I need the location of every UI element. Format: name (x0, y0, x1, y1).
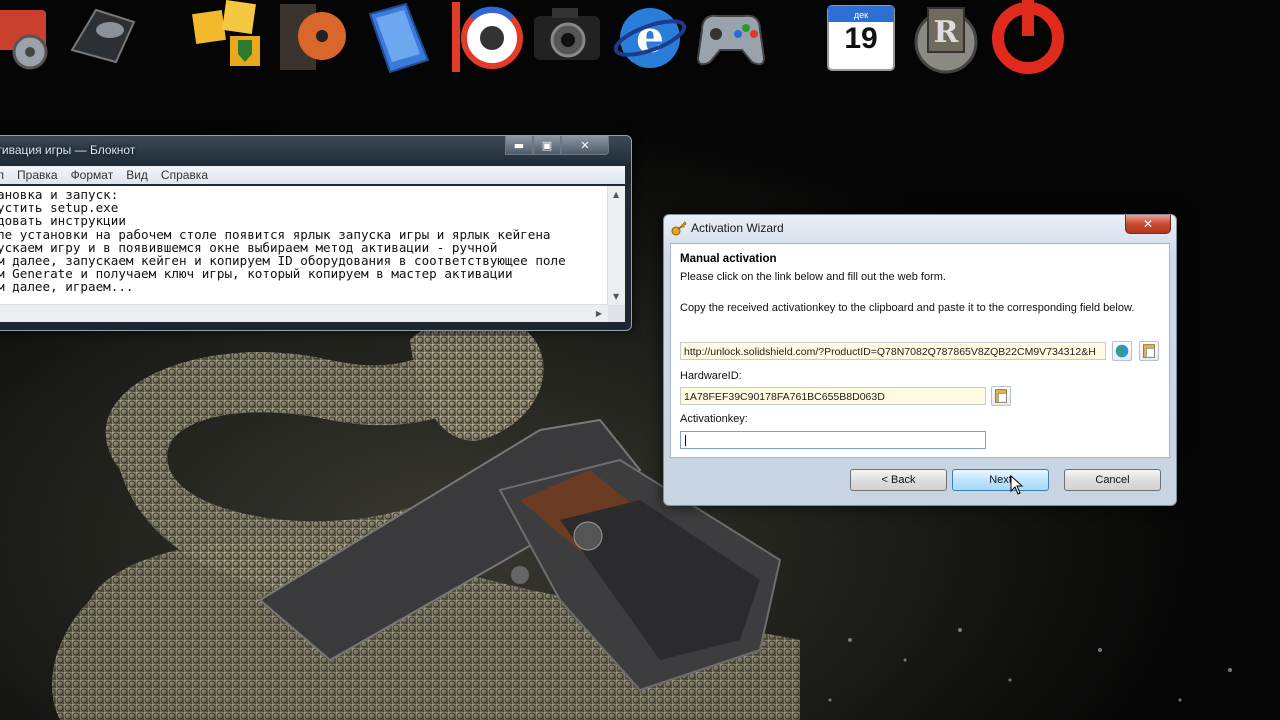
security-cubes-icon[interactable] (190, 0, 264, 74)
scroll-down-icon[interactable]: ▼ (613, 292, 619, 301)
system-tools-icon[interactable] (0, 0, 66, 74)
section-heading: Manual activation (680, 253, 777, 265)
text-caret (685, 435, 686, 446)
scrollbar-corner (608, 305, 625, 322)
instruction-text: Please click on the link below and fill … (680, 271, 946, 283)
svg-text:e: e (636, 12, 664, 63)
menu-format[interactable]: Формат (71, 168, 114, 182)
dialog-title: Activation Wizard (691, 221, 784, 235)
calendar-month: дек (853, 10, 869, 20)
window-controls: ▬ ▣ ✕ (505, 136, 609, 155)
copy-url-button[interactable] (1139, 341, 1159, 361)
close-button[interactable]: ✕ (1125, 215, 1171, 234)
hardware-id-label: HardwareID: (680, 370, 742, 382)
content-panel: Manual activation Please click on the li… (670, 243, 1170, 458)
scroll-up-icon[interactable]: ▲ (613, 190, 619, 199)
text-line: м далее, играем... (0, 279, 134, 295)
calendar-day: 19 (844, 22, 878, 55)
menu-edit[interactable]: Правка (17, 168, 58, 182)
instruction-text: Copy the received activationkey to the c… (680, 302, 1135, 314)
media-player-icon[interactable] (450, 0, 524, 74)
activation-key-label: Activationkey: (680, 413, 748, 425)
menu-help[interactable]: Справка (161, 168, 208, 182)
activation-wizard-dialog[interactable]: Activation Wizard ✕ Manual activation Pl… (663, 214, 1177, 506)
cancel-button[interactable]: Cancel (1064, 469, 1161, 491)
close-button[interactable]: ✕ (561, 136, 609, 155)
horizontal-scrollbar[interactable]: ▶ (0, 304, 608, 322)
clipboard-icon (995, 389, 1007, 403)
open-link-button[interactable] (1112, 341, 1132, 361)
back-button[interactable]: < Back (850, 469, 947, 491)
menu-bar: л Правка Формат Вид Справка (0, 166, 625, 184)
mouse-pointer-icon (1010, 475, 1024, 495)
url-field[interactable]: http://unlock.solidshield.com/?ProductID… (680, 342, 1106, 360)
gamepad-icon[interactable] (694, 0, 768, 74)
copy-hardware-id-button[interactable] (991, 386, 1011, 406)
maximize-button[interactable]: ▣ (533, 136, 561, 155)
scroll-right-icon[interactable]: ▶ (596, 309, 602, 318)
vertical-scrollbar[interactable]: ▲ ▼ (607, 186, 625, 305)
internet-explorer-icon[interactable]: e (612, 0, 686, 74)
svg-text:R: R (934, 15, 960, 50)
disk-drive-icon[interactable] (66, 0, 140, 74)
key-icon (671, 221, 687, 236)
globe-icon (1115, 344, 1129, 358)
text-area[interactable]: ановка и запуск: устить setup.exe довать… (0, 186, 625, 322)
clipboard-icon (1143, 344, 1155, 358)
minimize-button[interactable]: ▬ (505, 136, 533, 155)
menu-view[interactable]: Вид (126, 168, 148, 182)
next-button[interactable]: Next (952, 469, 1049, 491)
notepad-window[interactable]: ктивация игры — Блокнот ▬ ▣ ✕ л Правка Ф… (0, 135, 632, 331)
activation-key-input[interactable] (680, 431, 986, 449)
window-title: ктивация игры — Блокнот (0, 143, 136, 157)
calendar-icon[interactable]: дек 19 (824, 0, 898, 74)
camera-icon[interactable] (530, 0, 604, 74)
menu-file[interactable]: л (0, 168, 4, 182)
power-icon[interactable] (990, 0, 1064, 74)
dvd-burner-icon[interactable] (272, 0, 346, 74)
registry-icon[interactable]: R (908, 0, 982, 74)
hardware-id-field[interactable]: 1A78FEF39C90178FA761BC655B8D063D (680, 387, 986, 405)
documents-icon[interactable] (362, 0, 436, 74)
